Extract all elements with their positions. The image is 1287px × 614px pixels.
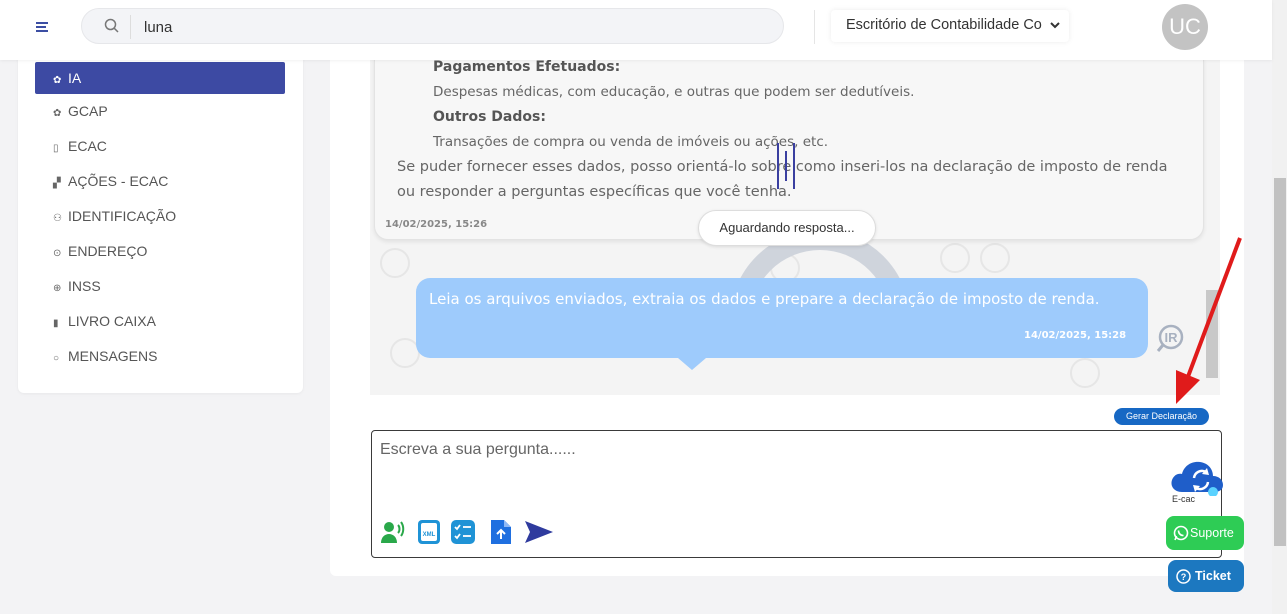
bot-text: Transações de compra ou venda de imóveis…	[433, 134, 829, 150]
bot-text: Despesas médicas, com educação, e outras…	[433, 84, 915, 100]
message-timestamp: 14/02/2025, 15:28	[1024, 330, 1127, 341]
ecac-label: E-cac	[1172, 494, 1196, 504]
sidebar-item-mensagens[interactable]: ○ MENSAGENS	[35, 340, 285, 372]
text-cursor-icon	[777, 143, 797, 189]
help-circle-icon: ?	[1176, 569, 1191, 584]
user-message-text: Leia os arquivos enviados, extraia os da…	[429, 290, 1100, 308]
sidebar-item-ecac[interactable]: ▯ ECAC	[35, 130, 285, 162]
chevron-down-icon	[1050, 22, 1060, 29]
sidebar-item-label: MENSAGENS	[68, 348, 158, 364]
checklist-icon[interactable]	[450, 519, 476, 545]
search-icon	[104, 18, 119, 33]
sidebar-item-label: ECAC	[68, 138, 107, 154]
book-icon: ▮	[53, 318, 59, 329]
sidebar-item-label: IDENTIFICAÇÃO	[68, 208, 177, 224]
office-select-value: Escritório de Contabilidade Co	[846, 17, 1042, 33]
suporte-label: Suporte	[1190, 526, 1234, 540]
sidebar-item-label: ENDEREÇO	[68, 243, 148, 259]
office-select[interactable]: Escritório de Contabilidade Co	[831, 10, 1069, 42]
bubble-tail	[678, 358, 706, 370]
bot-text: ou responder a perguntas específicas que…	[397, 184, 792, 200]
avatar[interactable]: UC	[1162, 4, 1208, 50]
sidebar-item-gcap[interactable]: ✿ GCAP	[35, 95, 285, 127]
background-pattern	[380, 248, 410, 278]
svg-text:?: ?	[1181, 572, 1187, 582]
bot-heading: Pagamentos Efetuados:	[433, 59, 621, 75]
sidebar-item-acoes-ecac[interactable]: ▞ AÇÕES - ECAC	[35, 165, 285, 197]
menu-toggle-icon[interactable]	[36, 22, 48, 34]
sidebar: ✿ IA ✿ GCAP ▯ ECAC ▞ AÇÕES - ECAC ⚇ IDENTIFIC…	[18, 58, 303, 393]
gerar-declaracao-button[interactable]: Gerar Declaração	[1114, 408, 1209, 425]
question-input[interactable]	[380, 441, 1160, 501]
sidebar-item-inss[interactable]: ⊕ INSS	[35, 270, 285, 302]
sidebar-item-label: INSS	[68, 278, 101, 294]
user-check-icon: ⚇	[53, 213, 62, 224]
brain-icon: ✿	[53, 108, 62, 119]
brain-icon: ✿	[53, 75, 62, 86]
message-composer: XML	[371, 430, 1222, 558]
sidebar-item-label: LIVRO CAIXA	[68, 313, 156, 329]
cloud-sync-icon	[1171, 461, 1223, 497]
suporte-button[interactable]: Suporte	[1166, 516, 1244, 550]
globe-icon: ⊕	[53, 283, 62, 294]
sidebar-item-identificacao[interactable]: ⚇ IDENTIFICAÇÃO	[35, 200, 285, 232]
boxes-icon: ▞	[53, 178, 61, 189]
background-pattern	[1070, 358, 1100, 388]
status-waiting: Aguardando resposta...	[698, 210, 876, 246]
background-pattern	[980, 243, 1010, 273]
search-box[interactable]	[81, 8, 784, 44]
sidebar-item-endereco[interactable]: ⊙ ENDEREÇO	[35, 235, 285, 267]
sidebar-item-label: GCAP	[68, 103, 108, 119]
divider	[814, 10, 815, 44]
sidebar-item-ia[interactable]: ✿ IA	[35, 62, 285, 94]
top-bar: Escritório de Contabilidade Co UC	[0, 0, 1272, 60]
ticket-button[interactable]: ? Ticket	[1168, 560, 1244, 592]
xml-file-icon[interactable]: XML	[416, 519, 442, 545]
send-icon[interactable]	[524, 519, 554, 545]
search-input[interactable]	[144, 16, 744, 38]
chat-icon: ○	[53, 353, 60, 364]
sidebar-item-label: IA	[68, 70, 82, 86]
page-scrollbar[interactable]	[1272, 0, 1287, 614]
user-message: Leia os arquivos enviados, extraia os da…	[416, 278, 1148, 370]
location-pin-icon: ⊙	[53, 248, 62, 259]
scrollbar-thumb[interactable]	[1274, 178, 1286, 546]
upload-file-icon[interactable]	[488, 519, 514, 545]
ticket-label: Ticket	[1195, 569, 1231, 583]
annotation-arrow	[1176, 237, 1242, 404]
whatsapp-icon	[1173, 525, 1189, 541]
sidebar-item-label: AÇÕES - ECAC	[68, 173, 169, 189]
svg-text:XML: XML	[423, 532, 436, 538]
background-pattern	[940, 243, 970, 273]
bot-heading: Outros Dados:	[433, 109, 546, 125]
message-timestamp: 14/02/2025, 15:26	[385, 219, 488, 230]
voice-input-icon[interactable]	[380, 519, 406, 545]
tablet-icon: ▯	[53, 143, 59, 154]
sidebar-item-livro-caixa[interactable]: ▮ LIVRO CAIXA	[35, 305, 285, 337]
ecac-button[interactable]: E-cac	[1168, 456, 1232, 506]
